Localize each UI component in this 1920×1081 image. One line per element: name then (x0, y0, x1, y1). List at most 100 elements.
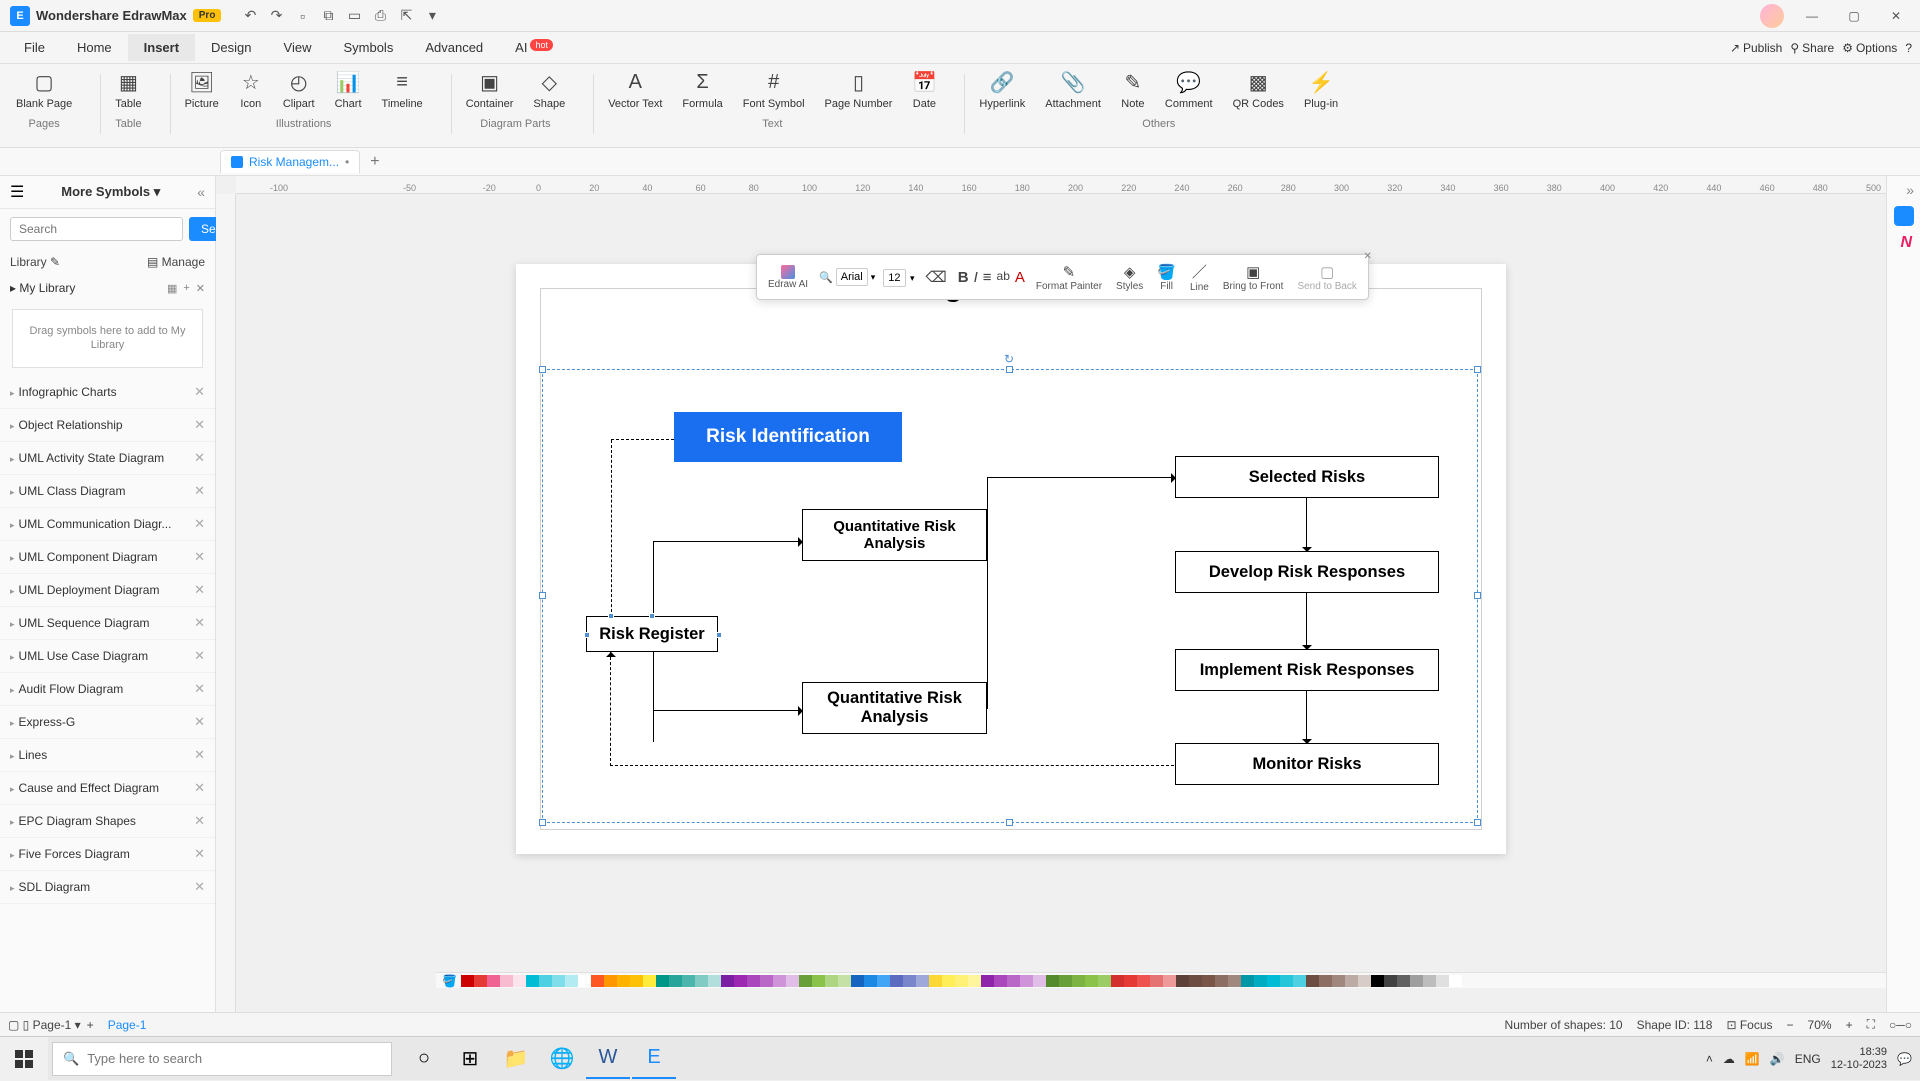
bold-button[interactable]: B (958, 269, 969, 286)
color-swatch[interactable] (578, 975, 591, 987)
collapse-sidebar-button[interactable]: « (197, 184, 205, 200)
close-icon[interactable]: ✕ (194, 714, 205, 730)
library-item[interactable]: ▸UML Sequence Diagram✕ (0, 607, 215, 640)
bring-front-button[interactable]: ▣Bring to Front (1220, 261, 1287, 294)
comment-button[interactable]: 💬Comment (1159, 68, 1219, 112)
connector[interactable] (653, 541, 802, 542)
focus-button[interactable]: ⊡ Focus (1726, 1018, 1772, 1032)
eraser-button[interactable]: ⌫ (923, 266, 950, 288)
library-item[interactable]: ▸UML Class Diagram✕ (0, 475, 215, 508)
fill-button[interactable]: 🪣Fill (1154, 261, 1179, 294)
color-swatch[interactable] (1293, 975, 1306, 987)
chart-button[interactable]: 📊Chart (329, 68, 368, 112)
menu-home[interactable]: Home (61, 34, 128, 61)
menu-file[interactable]: File (8, 34, 61, 61)
library-item[interactable]: ▸UML Use Case Diagram✕ (0, 640, 215, 673)
line-button[interactable]: ／Line (1187, 259, 1212, 295)
zoom-in-button[interactable]: + (1846, 1018, 1853, 1032)
fit-button[interactable]: ⛶ (1867, 1017, 1875, 1032)
shape-handle[interactable] (716, 632, 722, 638)
color-swatch[interactable] (708, 975, 721, 987)
picture-button[interactable]: 🖼Picture (179, 68, 225, 112)
resize-handle-n[interactable] (1006, 366, 1013, 373)
edrawmax-icon[interactable]: E (632, 1039, 676, 1079)
edge-icon[interactable]: 🌐 (540, 1039, 584, 1079)
font-color-button[interactable]: A (1015, 269, 1025, 286)
resize-handle-sw[interactable] (539, 819, 546, 826)
pagenumber-button[interactable]: ▯Page Number (819, 68, 899, 112)
options-button[interactable]: ⚙ Options (1842, 41, 1897, 55)
library-item[interactable]: ▸Five Forces Diagram✕ (0, 838, 215, 871)
shape-monitor-risks[interactable]: Monitor Risks (1175, 743, 1439, 785)
color-swatch[interactable] (734, 975, 747, 987)
close-button[interactable]: ✕ (1876, 2, 1916, 30)
color-swatch[interactable] (1137, 975, 1150, 987)
color-swatch[interactable] (1072, 975, 1085, 987)
close-icon[interactable]: ✕ (194, 780, 205, 796)
edraw-ai-button[interactable]: Edraw AI (765, 263, 811, 292)
redo-button[interactable]: ↷ (265, 5, 287, 27)
color-swatch[interactable] (513, 975, 526, 987)
share-button[interactable]: ⚲ Share (1790, 41, 1834, 55)
color-swatch[interactable] (1371, 975, 1384, 987)
tray-language[interactable]: ENG (1795, 1052, 1821, 1066)
color-swatch[interactable] (916, 975, 929, 987)
color-swatch[interactable] (695, 975, 708, 987)
color-swatch[interactable] (682, 975, 695, 987)
add-icon[interactable]: + (183, 282, 189, 295)
expand-right-panel[interactable]: » (1906, 182, 1914, 198)
color-swatch[interactable] (812, 975, 825, 987)
menu-symbols[interactable]: Symbols (327, 34, 409, 61)
library-item[interactable]: ▸EPC Diagram Shapes✕ (0, 805, 215, 838)
close-icon[interactable]: ✕ (194, 879, 205, 895)
shape-handle[interactable] (584, 632, 590, 638)
shape-risk-identification[interactable]: Risk Identification (674, 412, 902, 462)
color-swatch[interactable] (799, 975, 812, 987)
clipart-button[interactable]: ◴Clipart (277, 68, 321, 112)
shape-handle[interactable] (608, 613, 614, 619)
align-button[interactable]: ≡ (983, 269, 992, 286)
library-item[interactable]: ▸UML Communication Diagr...✕ (0, 508, 215, 541)
pages-dropdown[interactable]: ▢ ▯ Page-1 ▾ (8, 1018, 81, 1032)
icon-button[interactable]: ☆Icon (233, 68, 269, 112)
library-item[interactable]: ▸UML Deployment Diagram✕ (0, 574, 215, 607)
connector[interactable] (610, 652, 611, 766)
maximize-button[interactable]: ▢ (1834, 2, 1874, 30)
connector[interactable] (610, 765, 1174, 766)
color-swatch[interactable] (1228, 975, 1241, 987)
help-button[interactable]: ? (1905, 41, 1912, 55)
menu-advanced[interactable]: Advanced (409, 34, 499, 61)
font-size-select[interactable]: 12 ▾ (883, 268, 914, 286)
color-swatch[interactable] (1241, 975, 1254, 987)
color-swatch[interactable] (903, 975, 916, 987)
italic-button[interactable]: I (974, 269, 978, 286)
color-swatch[interactable] (838, 975, 851, 987)
close-icon[interactable]: ✕ (194, 747, 205, 763)
close-icon[interactable]: ✕ (194, 681, 205, 697)
color-swatch[interactable] (643, 975, 656, 987)
color-swatch[interactable] (1124, 975, 1137, 987)
connector[interactable] (1306, 691, 1307, 742)
word-icon[interactable]: W (586, 1039, 630, 1079)
sidebar-menu-icon[interactable]: ☰ (10, 182, 24, 202)
undo-button[interactable]: ↶ (239, 5, 261, 27)
close-mylib-icon[interactable]: ✕ (196, 282, 205, 295)
ai-panel-icon[interactable] (1894, 206, 1914, 226)
color-swatch[interactable] (461, 975, 474, 987)
close-icon[interactable]: ✕ (194, 549, 205, 565)
color-swatch[interactable] (591, 975, 604, 987)
tray-volume-icon[interactable]: 🔊 (1770, 1052, 1785, 1066)
color-swatch[interactable] (552, 975, 565, 987)
color-swatch[interactable] (1020, 975, 1033, 987)
start-button[interactable] (0, 1037, 48, 1081)
color-swatch[interactable] (1345, 975, 1358, 987)
close-icon[interactable]: ✕ (194, 450, 205, 466)
fontsymbol-button[interactable]: #Font Symbol (737, 68, 811, 112)
library-item[interactable]: ▸Infographic Charts✕ (0, 376, 215, 409)
color-swatch[interactable] (487, 975, 500, 987)
library-item[interactable]: ▸UML Component Diagram✕ (0, 541, 215, 574)
color-swatch[interactable] (864, 975, 877, 987)
color-swatch[interactable] (890, 975, 903, 987)
color-swatch[interactable] (760, 975, 773, 987)
shape-quantitative-1[interactable]: Quantitative Risk Analysis (802, 509, 987, 561)
